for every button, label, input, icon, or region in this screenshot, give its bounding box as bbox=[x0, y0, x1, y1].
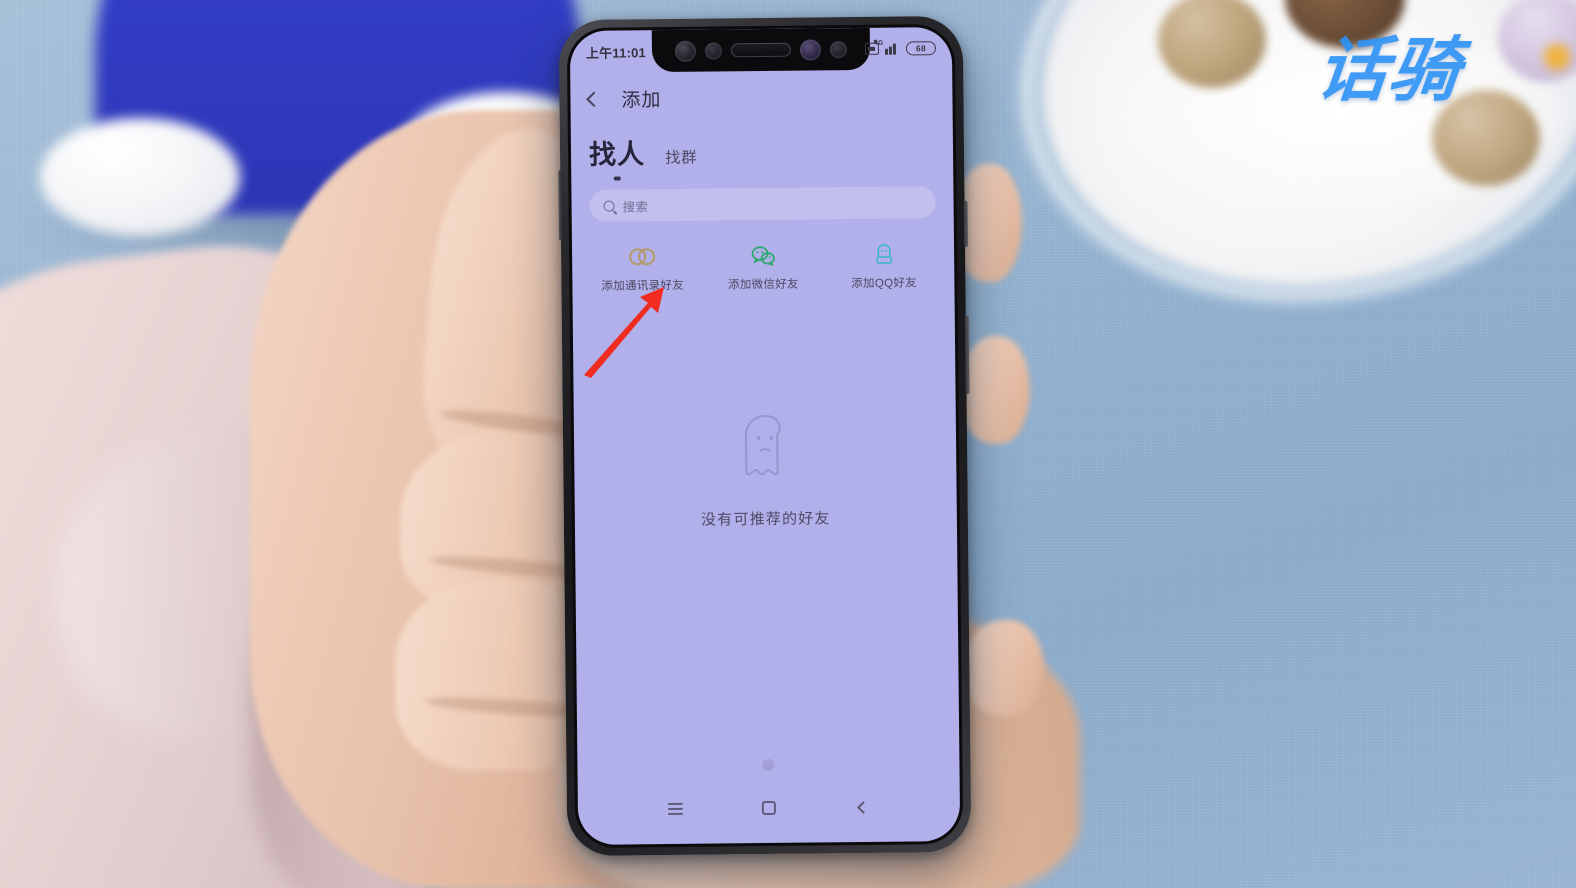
active-tab-indicator bbox=[613, 176, 621, 181]
status-time: 上午11:01 bbox=[585, 44, 646, 61]
phone-bezel: 上午11:01 4G 68 添加 找人 找群 搜索 添加通讯录好友 添加微信好友… bbox=[566, 23, 964, 849]
status-bar: 上午11:01 4G 68 bbox=[570, 27, 952, 73]
search-placeholder: 搜索 bbox=[622, 199, 649, 214]
page-title: 添加 bbox=[621, 89, 662, 111]
empty-state-text: 没有可推荐的好友 bbox=[700, 510, 831, 529]
menu-lines-icon bbox=[667, 802, 683, 816]
signal-bars-icon: 4G bbox=[874, 40, 901, 55]
nav-recents-button[interactable] bbox=[655, 797, 695, 821]
phone-screen: 上午11:01 4G 68 添加 找人 找群 搜索 添加通讯录好友 添加微信好友… bbox=[569, 27, 961, 845]
search-icon bbox=[603, 200, 615, 212]
action-label: 添加微信好友 bbox=[727, 278, 799, 292]
nav-back-button[interactable] bbox=[843, 795, 883, 819]
tab-find-people[interactable]: 找人 bbox=[588, 132, 646, 181]
battery-indicator: 68 bbox=[905, 41, 937, 56]
tab-label: 找人 bbox=[588, 139, 646, 170]
wechat-icon bbox=[750, 244, 776, 268]
contacts-rings-icon bbox=[629, 245, 656, 269]
add-qq-friend-button[interactable]: 添加QQ好友 bbox=[825, 242, 943, 291]
status-indicators: 4G 68 bbox=[865, 40, 937, 56]
fingertip bbox=[962, 620, 1044, 716]
add-contacts-friend-button[interactable]: 添加通讯录好友 bbox=[583, 245, 701, 294]
app-header: 添加 bbox=[570, 69, 953, 125]
smartphone-device: 上午11:01 4G 68 添加 找人 找群 搜索 添加通讯录好友 添加微信好友… bbox=[558, 15, 972, 857]
plush-toy-foot-left bbox=[40, 118, 240, 236]
channel-watermark: 话骑 bbox=[1313, 29, 1466, 111]
tab-find-groups[interactable]: 找群 bbox=[665, 146, 697, 168]
tab-bar: 找人 找群 bbox=[571, 121, 953, 181]
chevron-left-icon bbox=[856, 800, 870, 814]
network-type-label: 4G bbox=[874, 39, 884, 47]
back-chevron-icon[interactable] bbox=[586, 90, 602, 107]
qq-penguin-icon bbox=[871, 243, 897, 267]
action-label: 添加QQ好友 bbox=[851, 277, 917, 291]
android-navigation-bar bbox=[578, 789, 960, 827]
add-friend-actions: 添加通讯录好友 添加微信好友 添加QQ好友 bbox=[572, 218, 955, 294]
square-home-icon bbox=[761, 800, 776, 816]
nav-home-button[interactable] bbox=[749, 796, 789, 820]
search-input[interactable]: 搜索 bbox=[589, 186, 936, 222]
power-button[interactable] bbox=[964, 315, 970, 394]
tab-label: 找群 bbox=[664, 149, 698, 168]
search-section: 搜索 bbox=[571, 168, 954, 222]
screen-chin bbox=[578, 841, 960, 845]
action-label: 添加通讯录好友 bbox=[601, 279, 685, 293]
empty-state: 没有可推荐的好友 bbox=[574, 408, 957, 531]
add-wechat-friend-button[interactable]: 添加微信好友 bbox=[704, 243, 822, 292]
sad-ghost-icon bbox=[733, 410, 798, 483]
home-indicator-dot bbox=[762, 758, 775, 772]
